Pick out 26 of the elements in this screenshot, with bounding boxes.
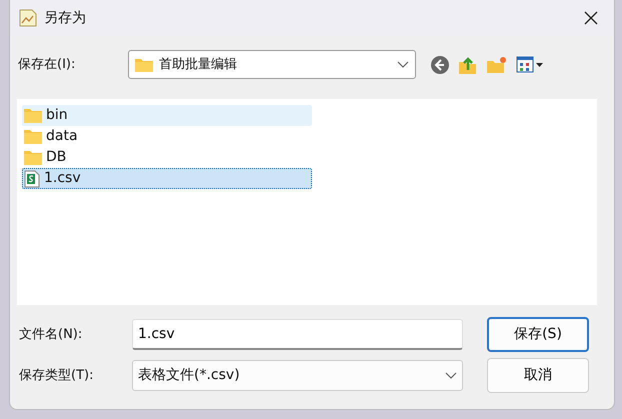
chevron-icon [397,60,409,68]
location-label: 保存在(I): [18,56,76,74]
location-dropdown[interactable]: 首助批量编辑 [128,50,416,79]
chart-document-icon [18,8,38,28]
cancel-button[interactable]: 取消 [487,358,589,393]
view-menu-button[interactable] [516,56,544,74]
save-button[interactable]: 保存(S) [487,317,589,352]
folder-icon [24,129,42,144]
file-item[interactable]: DB [22,147,312,168]
folder-icon [24,108,42,123]
folder-icon [24,150,42,165]
folder-icon [135,57,153,72]
spreadsheet-file-icon [24,170,40,188]
file-type-dropdown[interactable]: 表格文件(*.csv) [132,360,463,391]
close-icon [584,10,598,25]
file-item[interactable]: data [22,126,312,147]
filename-field[interactable]: 1.csv [132,319,463,350]
chevron-icon [445,372,457,380]
window-title: 另存为 [44,8,86,28]
file-item[interactable]: 1.csv [22,168,312,189]
file-item[interactable]: bin [22,105,312,126]
up-folder-button[interactable] [458,54,478,74]
back-button[interactable] [430,54,450,74]
new-folder-button[interactable] [486,54,508,74]
filename-label: 文件名(N): [19,326,84,344]
file-type-label: 保存类型(T): [19,366,94,385]
